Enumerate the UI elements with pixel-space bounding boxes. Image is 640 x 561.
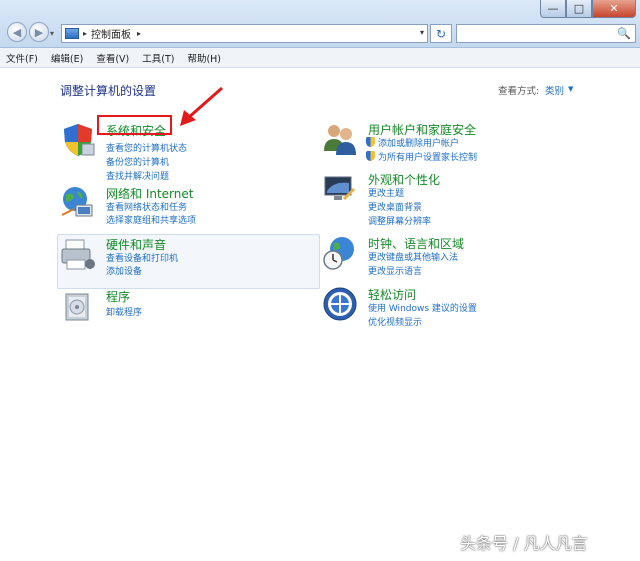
link-change-display-language[interactable]: 更改显示语言 (368, 264, 422, 277)
control-panel-content: 调整计算机的设置 查看方式: 类别 ▼ 系统和安全 查看您的计算机状态 备份您的… (0, 68, 640, 561)
window-controls: — □ ✕ (540, 0, 636, 18)
link-view-computer-status[interactable]: 查看您的计算机状态 (106, 141, 187, 154)
link-add-remove-users[interactable]: 添加或删除用户帐户 (366, 136, 459, 149)
view-by-dropdown[interactable]: 类别 (545, 83, 564, 97)
link-parental-controls[interactable]: 为所有用户设置家长控制 (366, 150, 477, 163)
link-view-network-status[interactable]: 查看网络状态和任务 (106, 200, 187, 213)
search-icon[interactable]: 🔍 (617, 27, 631, 40)
maximize-button[interactable]: □ (566, 0, 592, 18)
menu-tools[interactable]: 工具(T) (142, 51, 174, 65)
uac-shield-icon (366, 137, 375, 147)
menu-file[interactable]: 文件(F) (6, 51, 38, 65)
ease-of-access-icon (323, 287, 357, 321)
link-add-device[interactable]: 添加设备 (106, 264, 142, 277)
shield-icon (64, 124, 95, 156)
category-title[interactable]: 程序 (106, 288, 130, 305)
window-titlebar: — □ ✕ ◀ ▶ ▾ ▸ 控制面板 ▸ ▾ ↻ 🔍 (0, 0, 640, 48)
globe-network-icon (61, 187, 93, 217)
watermark-text: 头条号 / 凡人凡言 (460, 534, 588, 553)
link-backup-computer[interactable]: 备份您的计算机 (106, 155, 169, 168)
menu-help[interactable]: 帮助(H) (187, 51, 221, 65)
link-find-fix-problems[interactable]: 查找并解决问题 (106, 169, 169, 182)
menu-view[interactable]: 查看(V) (96, 51, 129, 65)
menu-edit[interactable]: 编辑(E) (51, 51, 83, 65)
link-change-desktop-background[interactable]: 更改桌面背景 (368, 200, 422, 213)
refresh-button[interactable]: ↻ (430, 24, 452, 43)
link-optimize-visual-display[interactable]: 优化视频显示 (368, 315, 422, 328)
link-label[interactable]: 为所有用户设置家长控制 (378, 153, 477, 163)
forward-button[interactable]: ▶ (29, 22, 49, 42)
menu-bar: 文件(F) 编辑(E) 查看(V) 工具(T) 帮助(H) (0, 48, 640, 68)
search-input[interactable]: 🔍 (456, 24, 636, 43)
printer-icon (61, 239, 95, 270)
view-by-chevron-icon[interactable]: ▼ (568, 85, 573, 93)
control-panel-icon (65, 28, 79, 39)
annotation-arrow-icon (180, 86, 223, 126)
users-icon (324, 125, 356, 155)
display-personalize-icon (324, 176, 356, 201)
link-change-keyboard[interactable]: 更改键盘或其他输入法 (368, 250, 458, 263)
link-windows-recommended-settings[interactable]: 使用 Windows 建议的设置 (368, 301, 477, 314)
page-title: 调整计算机的设置 (60, 84, 157, 98)
link-change-theme[interactable]: 更改主题 (368, 186, 404, 199)
close-button[interactable]: ✕ (592, 0, 636, 18)
link-adjust-resolution[interactable]: 调整屏幕分辨率 (368, 214, 431, 227)
back-button[interactable]: ◀ (7, 22, 27, 42)
breadcrumb-separator-icon[interactable]: ▸ (83, 29, 87, 38)
minimize-button[interactable]: — (540, 0, 566, 18)
address-dropdown-icon[interactable]: ▾ (420, 28, 424, 37)
uac-shield-icon (366, 151, 375, 161)
breadcrumb-control-panel[interactable]: 控制面板 (91, 26, 131, 41)
recent-pages-dropdown-icon[interactable]: ▾ (50, 29, 54, 38)
annotation-highlight-box (97, 115, 172, 135)
link-label[interactable]: 添加或删除用户帐户 (378, 139, 459, 149)
breadcrumb-separator-icon[interactable]: ▸ (137, 29, 141, 38)
programs-disc-icon (65, 293, 89, 321)
link-homegroup-sharing[interactable]: 选择家庭组和共享选项 (106, 213, 196, 226)
clock-globe-icon (323, 237, 354, 270)
link-uninstall-program[interactable]: 卸载程序 (106, 305, 142, 318)
hardware-category-hover-box (57, 234, 320, 289)
view-by-label: 查看方式: (498, 86, 540, 97)
link-devices-printers[interactable]: 查看设备和打印机 (106, 251, 178, 264)
address-bar[interactable]: ▸ 控制面板 ▸ ▾ (61, 24, 428, 43)
